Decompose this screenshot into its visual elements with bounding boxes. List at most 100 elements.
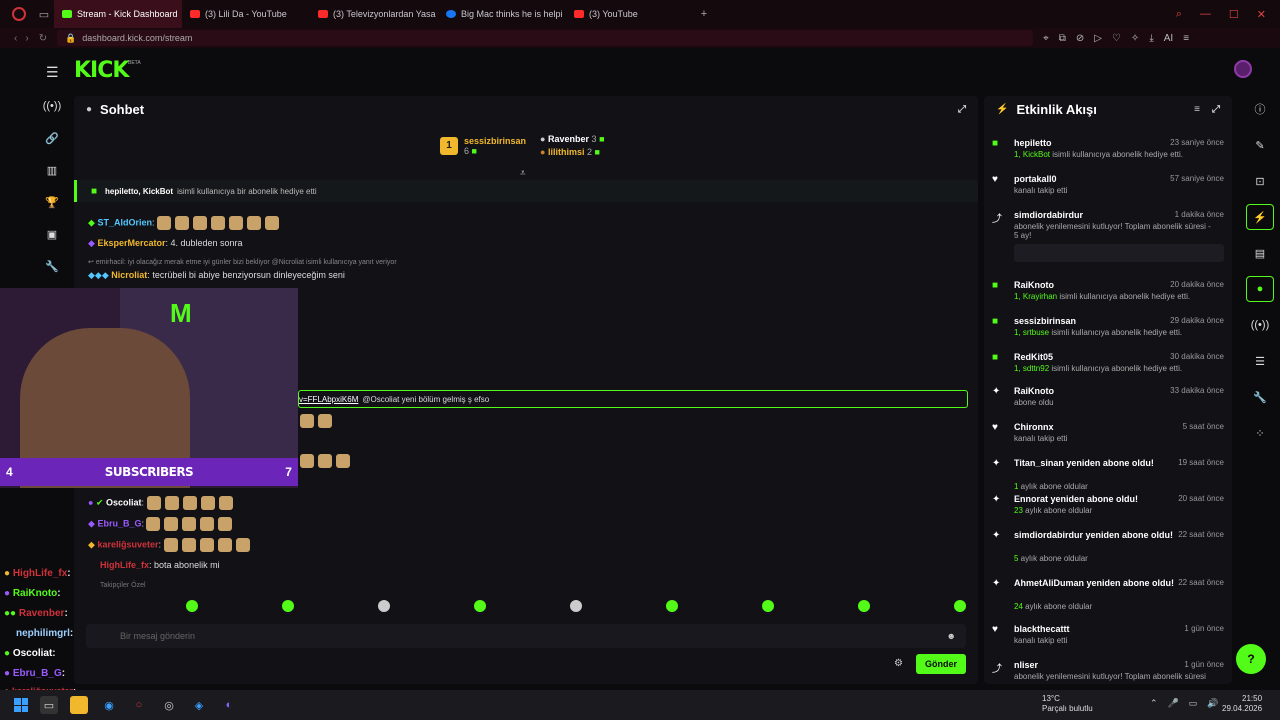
feed-item[interactable]: ✦ simdiordabirdur yeniden abone oldu! 22 s…	[992, 530, 1224, 564]
steam-icon[interactable]: ◈	[190, 696, 208, 714]
minimize-icon[interactable]: —	[1200, 8, 1211, 21]
play-icon[interactable]: ▷	[1094, 33, 1102, 44]
mic-icon[interactable]: 🎤	[1168, 698, 1179, 709]
chat-message[interactable]: ◆ Ebru_B_G:	[88, 517, 236, 531]
kick-logo[interactable]: KICK	[74, 58, 129, 83]
edit-icon[interactable]: ✎	[1246, 132, 1274, 158]
chat-username[interactable]: kareliğsuveter	[97, 539, 158, 549]
feed-item[interactable]: ■ RedKit05 30 dakika önce 1, sdttn92 isimli…	[992, 352, 1224, 386]
chat-message[interactable]: ● ✔ Oscoliat:	[88, 496, 237, 510]
highlighted-message[interactable]: v=FFLAbpxiK6M @Oscoliat yeni bölüm gelmi…	[298, 390, 968, 408]
trophy-icon[interactable]: 🏆	[36, 186, 68, 218]
emote-icon[interactable]	[282, 600, 294, 612]
feed-item[interactable]: ♥ Chironnx 5 saat önce kanalı takip etti	[992, 422, 1224, 456]
feed-item[interactable]: ■ sessizbirinsan 29 dakika önce 1, srtbuse …	[992, 316, 1224, 350]
pin-icon[interactable]: ⌖	[1043, 33, 1049, 44]
feed-item[interactable]: ⤴ nliser 1 gün önce abonelik yenilemesini k…	[992, 660, 1224, 684]
feed-item[interactable]: ✦ AhmetAliDuman yeniden abone oldu! 22 saa…	[992, 578, 1224, 612]
apps-icon[interactable]: ⁘	[1246, 420, 1274, 446]
new-tab-icon[interactable]: +	[694, 8, 714, 20]
chat-username[interactable]: ST_AldOrien	[97, 217, 152, 227]
broadcast-icon[interactable]: ((•))	[1246, 312, 1274, 338]
puzzle-icon[interactable]: ✧	[1131, 33, 1139, 44]
tab-youtube-lili[interactable]: (3) Lili Da - YouTube	[182, 0, 310, 28]
feed-item-name[interactable]: blackthecattt	[1014, 624, 1164, 634]
edge-icon[interactable]: ◉	[100, 696, 118, 714]
link-icon[interactable]: 🔗	[36, 122, 68, 154]
emote-icon[interactable]	[954, 600, 966, 612]
tab-kick-dashboard[interactable]: Stream - Kick Dashboard	[54, 0, 182, 28]
feed-item-name[interactable]: portakall0	[1014, 174, 1164, 184]
discord-icon[interactable]: ◐	[220, 696, 238, 714]
download-icon[interactable]: ⤓	[1149, 33, 1153, 44]
menu-icon[interactable]: ≡	[1183, 33, 1189, 44]
chat-message[interactable]: ◆ EksperMercator: 4. dubleden sonra	[88, 238, 243, 249]
chat-username[interactable]: Ebru_B_G	[97, 518, 141, 528]
activity-icon[interactable]: ⚡	[1246, 204, 1274, 230]
opera-icon[interactable]: ○	[130, 696, 148, 714]
tab-youtube[interactable]: (3) YouTube	[566, 0, 694, 28]
chat-username[interactable]: EksperMercator	[97, 238, 165, 248]
emote-icon[interactable]	[378, 600, 390, 612]
feed-item-name[interactable]: hepiletto	[1014, 138, 1164, 148]
video-icon[interactable]: ▣	[36, 218, 68, 250]
scroll-down-icon[interactable]: ⩡	[520, 168, 526, 179]
send-button[interactable]: Gönder	[916, 654, 966, 674]
chat-icon[interactable]: ●	[1246, 276, 1274, 302]
back-icon[interactable]: ‹	[14, 33, 17, 44]
feed-item[interactable]: ✦ RaiKnoto 33 dakika önce abone oldu	[992, 386, 1224, 420]
chat-username[interactable]: Nicroliat	[111, 270, 147, 280]
info-icon[interactable]: ⓘ	[1246, 96, 1274, 122]
feed-item[interactable]: ■ RaiKnoto 20 dakika önce 1, Krayirhan isim…	[992, 280, 1224, 314]
feed-item-name[interactable]: simdiordabirdur yeniden abone oldu!	[1014, 530, 1179, 540]
chevron-up-icon[interactable]: ⌃	[1150, 698, 1158, 709]
stats-icon[interactable]: ▥	[36, 154, 68, 186]
feed-item-name[interactable]: Chironnx	[1014, 422, 1164, 432]
feed-item[interactable]: ♥ blackthecattt 1 gün önce kanalı takip ett…	[992, 624, 1224, 658]
feed-item-name[interactable]: nliser	[1014, 660, 1164, 670]
feed-item-name[interactable]: sessizbirinsan	[1014, 316, 1164, 326]
shield-icon[interactable]: ⊘	[1076, 33, 1084, 44]
feed-item[interactable]: ♥ portakall0 57 saniye önce kanalı takip et…	[992, 174, 1224, 208]
chat-username[interactable]: emirhacil	[96, 259, 124, 266]
network-icon[interactable]: ▭	[1189, 698, 1198, 709]
url-input[interactable]: 🔒 dashboard.kick.com/stream	[57, 30, 1034, 46]
obs-icon[interactable]: ◎	[160, 696, 178, 714]
weather-widget[interactable]: 13°C Parçalı bulutlu	[1042, 694, 1093, 714]
popout-icon[interactable]: ⤢	[958, 104, 966, 115]
emoji-icon[interactable]: ☻	[947, 631, 956, 641]
feed-item[interactable]: ✦ Titan_sinan yeniden abone oldu! 19 saat …	[992, 458, 1224, 492]
file-explorer-icon[interactable]	[70, 696, 88, 714]
maximize-icon[interactable]: ☐	[1229, 8, 1239, 21]
feed-item-name[interactable]: Titan_sinan yeniden abone oldu!	[1014, 458, 1179, 468]
clock[interactable]: 21:50 29.04.2026	[1222, 694, 1262, 714]
chat-message[interactable]: ◆◆◆ Nicroliat: tecrübeli bi abiye benziy…	[88, 270, 345, 281]
wrench-icon[interactable]: 🔧	[36, 250, 68, 282]
search-icon[interactable]: ⌕	[1176, 8, 1182, 21]
document-icon[interactable]: ▤	[1246, 240, 1274, 266]
leaderboard-first[interactable]: 1 sessizbirinsan 6 ■	[440, 134, 526, 157]
feed-item-name[interactable]: simdiordabirdur	[1014, 210, 1164, 220]
emote-icon[interactable]	[858, 600, 870, 612]
clip-icon[interactable]: ⊡	[1246, 168, 1274, 194]
list-icon[interactable]: ☰	[1246, 348, 1274, 374]
heart-icon[interactable]: ♡	[1112, 33, 1121, 44]
chat-message[interactable]: ◆ ST_AldOrien:	[88, 216, 283, 230]
wrench-icon[interactable]: 🔧	[1246, 384, 1274, 410]
forward-icon[interactable]: ›	[25, 33, 28, 44]
emote-icon[interactable]	[762, 600, 774, 612]
chat-settings-icon[interactable]: ⚙	[894, 658, 903, 669]
leaderboard-second[interactable]: ● Ravenber 3 ■	[540, 134, 604, 144]
feed-item[interactable]: ■ hepiletto 23 saniye önce 1, KickBot isiml…	[992, 138, 1224, 172]
task-view-icon[interactable]: ▭	[40, 696, 58, 714]
screenshot-icon[interactable]: ⧉	[1059, 33, 1066, 44]
user-avatar[interactable]	[1234, 60, 1252, 78]
windows-start-icon[interactable]	[14, 698, 28, 712]
tab-facebook[interactable]: Big Mac thinks he is helpi	[438, 0, 566, 28]
help-button[interactable]: ?	[1236, 644, 1266, 674]
hamburger-menu-icon[interactable]: ☰	[46, 64, 59, 81]
feed-item[interactable]: ✦ Ennorat yeniden abone oldu! 20 saat önce…	[992, 494, 1224, 528]
chat-message[interactable]: ◆ kareliğsuveter:	[88, 538, 254, 552]
broadcast-icon[interactable]: ((•))	[36, 90, 68, 122]
feed-item[interactable]: ⤴ simdiordabirdur 1 dakika önce abonelik ye…	[992, 210, 1224, 262]
